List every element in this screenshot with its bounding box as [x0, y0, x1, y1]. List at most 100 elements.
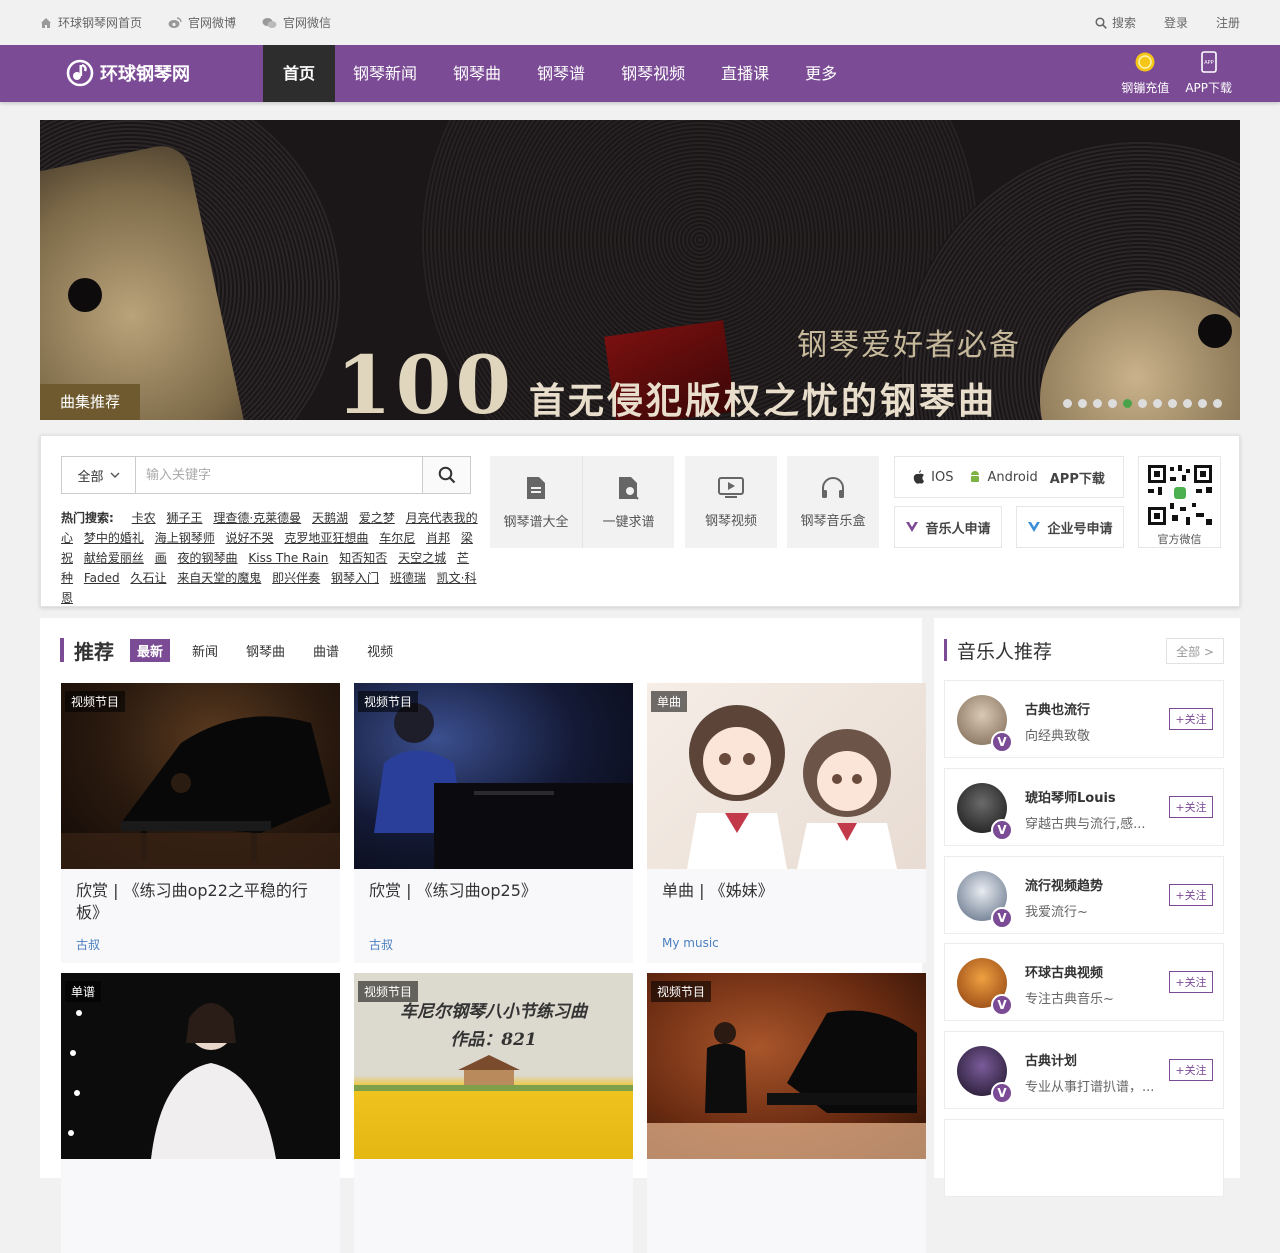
hot-keyword-link[interactable]: 狮子王: [166, 511, 202, 525]
hot-keyword-link[interactable]: 梦中的婚礼: [84, 531, 144, 545]
app-download-bar[interactable]: IOS Android APP下载: [894, 456, 1124, 498]
hot-keyword-link[interactable]: 理查德·克莱德曼: [213, 511, 301, 525]
enterprise-apply-button[interactable]: 企业号申请: [1016, 506, 1124, 548]
musician-apply-button[interactable]: 音乐人申请: [894, 506, 1002, 548]
hot-keyword-link[interactable]: 天鹅湖: [312, 511, 348, 525]
musician-row-partial[interactable]: [944, 1119, 1224, 1197]
wechat-link[interactable]: 官网微信: [262, 14, 331, 31]
tab-news[interactable]: 新闻: [192, 641, 218, 660]
carousel-dot[interactable]: [1183, 399, 1192, 408]
musician-row[interactable]: V 环球古典视频 专注古典音乐~ +关注: [944, 943, 1224, 1021]
request-sheet-label: 一键求谱: [602, 514, 655, 530]
register-link[interactable]: 注册: [1216, 14, 1240, 31]
tab-piano-music[interactable]: 钢琴曲: [246, 641, 285, 660]
banner-tag[interactable]: 曲集推荐: [40, 384, 140, 420]
hot-keyword-link[interactable]: 即兴伴奏: [272, 571, 320, 585]
musician-name[interactable]: 古典计划: [1025, 1050, 1077, 1069]
carousel-dot[interactable]: [1078, 399, 1087, 408]
hot-keyword-link[interactable]: 爱之梦: [359, 511, 395, 525]
sheet-library-card[interactable]: 钢琴谱大全: [490, 456, 582, 548]
follow-button[interactable]: +关注: [1169, 796, 1213, 818]
carousel-dot[interactable]: [1123, 399, 1132, 408]
content-card[interactable]: 视频节目 欣赏 | 《练习曲op22之平稳的行板》 古叔: [61, 683, 340, 963]
search-link[interactable]: 搜索: [1095, 14, 1136, 31]
hot-keyword-link[interactable]: 肖邦: [426, 531, 450, 545]
content-card[interactable]: 视频节目 欣赏 | 《练习曲op25》 古叔: [354, 683, 633, 963]
musician-name[interactable]: 流行视频趋势: [1025, 875, 1103, 894]
follow-button[interactable]: +关注: [1169, 1059, 1213, 1081]
follow-button[interactable]: +关注: [1169, 971, 1213, 993]
nav-item-live[interactable]: 直播课: [703, 45, 787, 102]
hot-keyword-link[interactable]: 克罗地亚狂想曲: [284, 531, 368, 545]
hero-banner[interactable]: 钢琴爱好者必备 100 首无侵犯版权之忧的钢琴曲 曲集推荐: [40, 120, 1240, 420]
login-link[interactable]: 登录: [1164, 14, 1188, 31]
app-download-link[interactable]: APP APP下载: [1185, 51, 1232, 96]
card-author[interactable]: 古叔: [369, 936, 393, 953]
follow-button[interactable]: +关注: [1169, 884, 1213, 906]
hot-keyword-link[interactable]: 车尔尼: [379, 531, 415, 545]
music-box-card[interactable]: 钢琴音乐盒: [787, 456, 879, 548]
weibo-link[interactable]: 官网微博: [168, 14, 236, 31]
card-title[interactable]: 欣赏 | 《练习曲op22之平稳的行板》: [76, 880, 326, 924]
hot-keyword-link[interactable]: 说好不哭: [226, 531, 274, 545]
tab-sheets[interactable]: 曲谱: [313, 641, 339, 660]
search-input[interactable]: [136, 457, 422, 493]
verified-badge: V: [991, 907, 1013, 929]
hot-keyword-link[interactable]: 钢琴入门: [331, 571, 379, 585]
hot-keyword-link[interactable]: 海上钢琴师: [155, 531, 215, 545]
follow-button[interactable]: +关注: [1169, 708, 1213, 730]
carousel-dot[interactable]: [1198, 399, 1207, 408]
hot-keyword-link[interactable]: 夜的钢琴曲: [178, 551, 238, 565]
nav-item-more[interactable]: 更多: [787, 45, 855, 102]
hot-keyword-link[interactable]: 来自天堂的魔鬼: [177, 571, 261, 585]
nav-item-home[interactable]: 首页: [263, 45, 336, 102]
card-title[interactable]: 单曲 | 《姊妹》: [662, 880, 912, 902]
home-link[interactable]: 环球钢琴网首页: [40, 14, 142, 31]
hot-keyword-link[interactable]: Faded: [84, 571, 120, 585]
site-logo[interactable]: 环球钢琴网: [66, 59, 190, 87]
nav-item-sheets[interactable]: 钢琴谱: [519, 45, 603, 102]
view-all-button[interactable]: 全部 >: [1166, 638, 1224, 664]
search-scope-select[interactable]: 全部: [62, 457, 136, 493]
musician-name[interactable]: 古典也流行: [1025, 699, 1090, 718]
hot-keyword-link[interactable]: 知否知否: [339, 551, 387, 565]
content-card[interactable]: 视频节目: [647, 973, 926, 1253]
app-download-text: APP下载: [1049, 471, 1105, 487]
card-title[interactable]: 欣赏 | 《练习曲op25》: [369, 880, 619, 902]
card-author[interactable]: 古叔: [76, 936, 100, 953]
musician-row[interactable]: V 古典也流行 向经典致敬 +关注: [944, 680, 1224, 758]
content-card[interactable]: 车尼尔钢琴八小节练习曲 作品：821 视频节目: [354, 973, 633, 1253]
hot-keyword-link[interactable]: 卡农: [132, 511, 156, 525]
carousel-dot[interactable]: [1063, 399, 1072, 408]
video-card[interactable]: 钢琴视频: [685, 456, 777, 548]
nav-item-music[interactable]: 钢琴曲: [435, 45, 519, 102]
carousel-dot[interactable]: [1168, 399, 1177, 408]
carousel-dot[interactable]: [1213, 399, 1222, 408]
content-card[interactable]: 单谱: [61, 973, 340, 1253]
content-card[interactable]: 单曲 单曲 | 《姊妹》 My music: [647, 683, 926, 963]
hot-keyword-link[interactable]: 天空之城: [398, 551, 446, 565]
musician-name[interactable]: 琥珀琴师Louis: [1025, 787, 1116, 806]
carousel-dot[interactable]: [1138, 399, 1147, 408]
card-author[interactable]: My music: [662, 936, 719, 950]
recharge-link[interactable]: 钢镚充值: [1121, 51, 1169, 96]
musician-row[interactable]: V 琥珀琴师Louis 穿越古典与流行,感... +关注: [944, 768, 1224, 846]
hot-keyword-link[interactable]: 班德瑞: [390, 571, 426, 585]
hot-keyword-link[interactable]: 画: [155, 551, 167, 565]
hot-keyword-link[interactable]: 献给爱丽丝: [84, 551, 144, 565]
hot-keyword-link[interactable]: 久石让: [130, 571, 166, 585]
carousel-dot[interactable]: [1153, 399, 1162, 408]
request-sheet-card[interactable]: 一键求谱: [582, 456, 674, 548]
musician-desc: 向经典致敬: [1025, 729, 1091, 744]
search-button[interactable]: [422, 457, 470, 493]
musician-row[interactable]: V 流行视频趋势 我爱流行~ +关注: [944, 856, 1224, 934]
carousel-dot[interactable]: [1093, 399, 1102, 408]
nav-item-news[interactable]: 钢琴新闻: [335, 45, 435, 102]
tab-videos[interactable]: 视频: [367, 641, 393, 660]
musician-name[interactable]: 环球古典视频: [1025, 962, 1103, 981]
hot-keyword-link[interactable]: Kiss The Rain: [248, 551, 328, 565]
musician-row[interactable]: V 古典计划 专业从事打谱扒谱，... +关注: [944, 1031, 1224, 1109]
nav-item-videos[interactable]: 钢琴视频: [603, 45, 703, 102]
carousel-dot[interactable]: [1108, 399, 1117, 408]
tab-latest[interactable]: 最新: [130, 638, 171, 662]
